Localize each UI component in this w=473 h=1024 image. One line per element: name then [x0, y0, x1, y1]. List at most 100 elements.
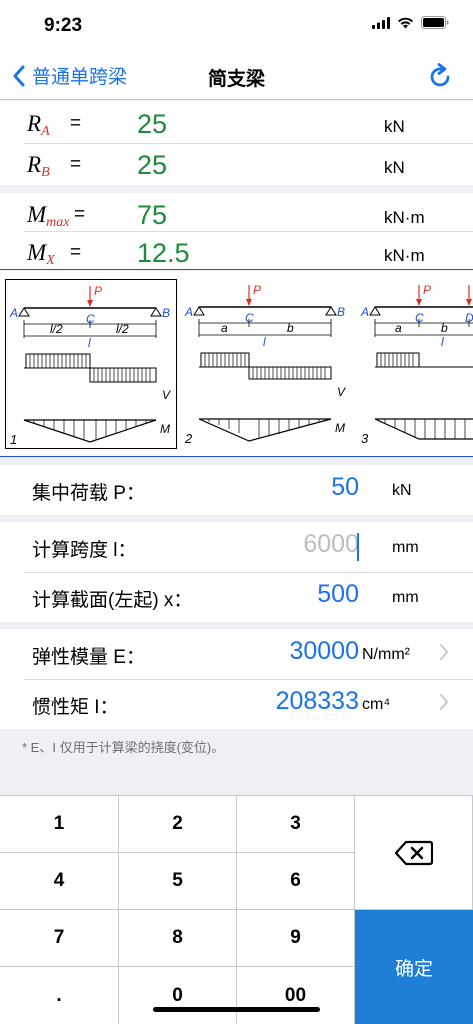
footnote: * E、I 仅用于计算梁的挠度(变位)。: [22, 740, 225, 755]
load-label: P: [253, 283, 262, 297]
signal-icon: [372, 16, 390, 29]
inertia-unit: cm⁴: [362, 696, 391, 713]
point-label-mid: C: [415, 311, 424, 325]
total-length-label: l: [263, 335, 266, 349]
key-0[interactable]: 0: [119, 967, 237, 1024]
case-number: 3: [361, 431, 369, 446]
result-symbol: RB: [27, 152, 50, 180]
refresh-icon: [430, 63, 450, 87]
point-label-right: D: [465, 311, 473, 325]
load-row[interactable]: 集中荷载 P： 50 kN: [0, 465, 473, 515]
load-unit: kN: [392, 482, 412, 499]
modulus-row[interactable]: 弹性模量 E： 30000 N/mm²: [0, 629, 473, 679]
nav-bar: 普通单跨梁 简支梁: [0, 50, 473, 100]
span-value[interactable]: 6000: [303, 530, 359, 559]
load-label: P: [94, 284, 103, 298]
equals-sign: =: [70, 154, 82, 175]
inertia-row[interactable]: 惯性矩 I： 208333 cm⁴: [0, 679, 473, 729]
key-2[interactable]: 2: [119, 796, 237, 853]
key-3[interactable]: 3: [237, 796, 355, 853]
modulus-value[interactable]: 30000: [289, 637, 359, 666]
result-row-rb: RB = 25 kN: [0, 144, 473, 184]
support-label-right: B: [162, 306, 171, 320]
load-value[interactable]: 50: [331, 473, 359, 502]
refresh-button[interactable]: [429, 63, 453, 94]
result-value-mmax: 75: [137, 200, 168, 230]
key-decimal[interactable]: .: [0, 967, 119, 1024]
result-row-mx: MX = 12.5 kN·m: [0, 232, 473, 272]
result-symbol: MX: [27, 240, 55, 268]
beam-diagram-2: [193, 285, 337, 442]
support-label-right: B: [337, 305, 346, 319]
inertia-label-text: 惯性矩 I：: [32, 697, 119, 718]
beam-diagram-1: [18, 286, 162, 443]
modulus-label-text: 弹性模量 E：: [32, 647, 145, 668]
section-label-text: 计算截面(左起) x：: [32, 590, 193, 611]
dim-label-1: l/2: [50, 322, 63, 336]
load-case-2[interactable]: P A C B a b l V M 2: [181, 279, 353, 449]
equals-sign: =: [70, 113, 82, 134]
modulus-unit: N/mm²: [362, 646, 410, 663]
result-value-mx: 12.5: [137, 238, 190, 268]
moments-panel: Mmax = 75 kN·m MX = 12.5 kN·m: [0, 193, 473, 270]
shear-label: V: [162, 388, 171, 402]
shear-label: V: [337, 385, 346, 399]
total-length-label: l: [441, 335, 444, 349]
dim-label-2: l/2: [116, 322, 129, 336]
page-title: 简支梁: [207, 69, 265, 90]
chevron-right-icon: [440, 644, 448, 660]
wifi-icon: [398, 17, 413, 28]
support-label-left: A: [361, 305, 370, 319]
dim-label-2: b: [287, 321, 294, 335]
point-label-mid: C: [86, 312, 95, 326]
key-4[interactable]: 4: [0, 853, 119, 910]
section-value[interactable]: 500: [317, 580, 359, 609]
chevron-right-icon: [440, 694, 448, 710]
status-time: 9:23: [44, 15, 83, 36]
result-row-mmax: Mmax = 75 kN·m: [0, 194, 473, 234]
geometry-input-card: 计算跨度 l： 6000 mm 计算截面(左起) x： 500 mm: [0, 522, 473, 622]
point-label-mid: C: [245, 311, 254, 325]
numeric-keypad: 1 2 3 4 5 6 7 8 9 确定 . 0 00: [0, 795, 473, 1024]
total-length-label: l: [88, 336, 91, 350]
result-row-ra: RA = 25 kN: [0, 103, 473, 143]
beam-diagram-3: [369, 285, 473, 440]
key-5[interactable]: 5: [119, 853, 237, 910]
backspace-icon: [394, 840, 433, 865]
load-label-text: 集中荷载 P：: [32, 483, 145, 504]
key-00[interactable]: 00: [237, 967, 355, 1024]
result-symbol: Mmax: [27, 202, 70, 230]
result-unit: kN: [384, 117, 405, 136]
status-icons: [372, 16, 449, 29]
result-unit: kN: [384, 158, 405, 177]
span-row[interactable]: 计算跨度 l： 6000 mm: [0, 522, 473, 572]
backspace-key[interactable]: [355, 796, 473, 910]
span-label-text: 计算跨度 l：: [32, 540, 137, 561]
span-unit: mm: [392, 539, 419, 556]
confirm-button[interactable]: 确定: [355, 910, 473, 1024]
result-unit: kN·m: [384, 208, 425, 227]
result-unit: kN·m: [384, 246, 425, 265]
load-input-card: 集中荷载 P： 50 kN: [0, 465, 473, 515]
inertia-value[interactable]: 208333: [276, 687, 359, 716]
dim-label-1: a: [221, 321, 228, 335]
battery-icon: [421, 16, 449, 29]
equals-sign: =: [70, 242, 82, 263]
key-9[interactable]: 9: [237, 910, 355, 967]
key-1[interactable]: 1: [0, 796, 119, 853]
moment-label: M: [160, 422, 170, 436]
result-symbol: RA: [27, 111, 50, 139]
load-case-selector: P A C B l/2 l/2 l V M 1 P A C B a b l V …: [0, 271, 473, 457]
dim-label-2: b: [441, 321, 448, 335]
key-7[interactable]: 7: [0, 910, 119, 967]
load-case-1[interactable]: P A C B l/2 l/2 l V M 1: [5, 279, 177, 449]
key-8[interactable]: 8: [119, 910, 237, 967]
reactions-panel: RA = 25 kN RB = 25 kN: [0, 101, 473, 185]
case-number: 2: [185, 431, 193, 446]
section-unit: mm: [392, 589, 419, 606]
home-indicator: [153, 1007, 320, 1012]
key-6[interactable]: 6: [237, 853, 355, 910]
load-case-3[interactable]: P A C D a b l 3: [357, 279, 473, 449]
equals-sign: =: [74, 204, 86, 225]
section-row[interactable]: 计算截面(左起) x： 500 mm: [0, 572, 473, 622]
